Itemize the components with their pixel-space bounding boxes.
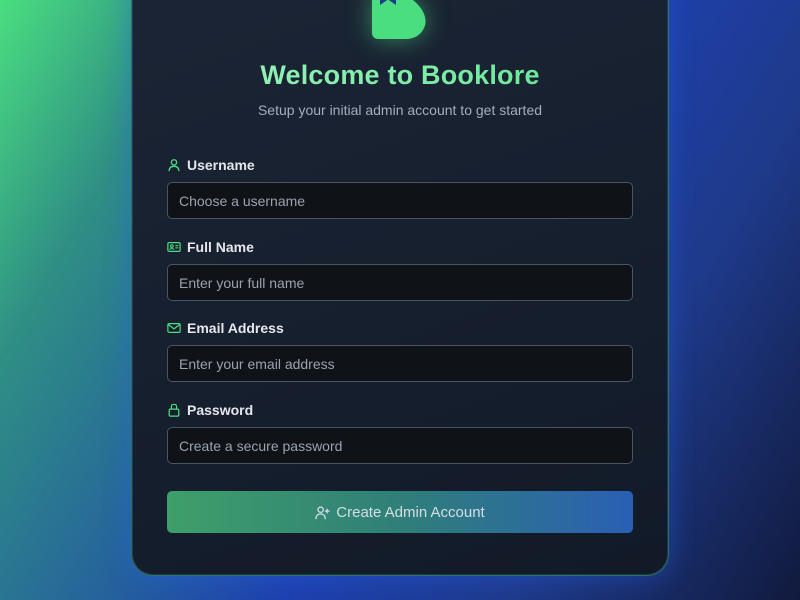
email-input[interactable] — [167, 345, 633, 382]
full-name-label: Full Name — [167, 238, 254, 256]
username-label-text: Username — [187, 157, 255, 173]
password-label: Password — [167, 401, 253, 419]
envelope-icon — [167, 323, 181, 333]
create-admin-account-button[interactable]: Create Admin Account — [167, 491, 633, 533]
password-input[interactable] — [167, 427, 633, 464]
full-name-label-text: Full Name — [187, 239, 254, 255]
user-plus-icon — [315, 505, 330, 519]
lock-icon — [168, 403, 180, 417]
username-label: Username — [167, 156, 255, 174]
create-admin-account-label: Create Admin Account — [336, 503, 485, 521]
id-card-icon — [167, 242, 181, 252]
user-icon — [168, 159, 180, 172]
page-title: Welcome to Booklore — [0, 60, 800, 91]
page-subtitle: Setup your initial admin account to get … — [257, 102, 543, 118]
email-label: Email Address — [167, 319, 284, 337]
email-label-text: Email Address — [187, 320, 284, 336]
username-input[interactable] — [167, 182, 633, 219]
password-label-text: Password — [187, 402, 254, 418]
booklore-logo-icon — [372, 0, 426, 39]
full-name-input[interactable] — [167, 264, 633, 301]
